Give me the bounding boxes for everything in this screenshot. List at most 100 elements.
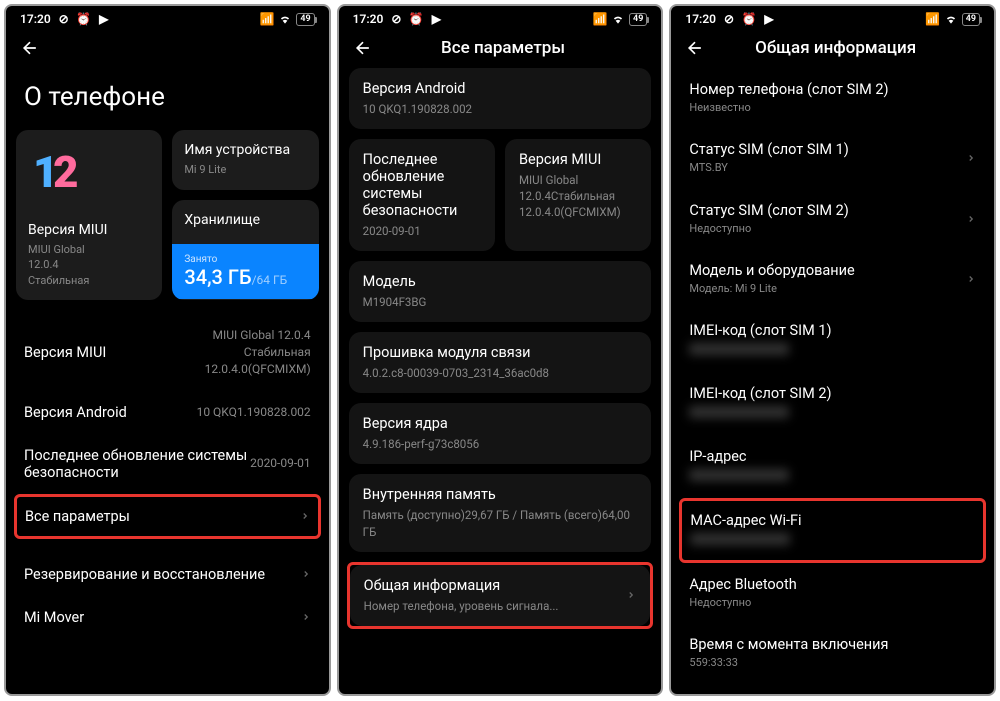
storage-card[interactable]: Хранилище Занято 34,3 ГБ/64 ГБ bbox=[172, 200, 318, 300]
info-label: Общая информация bbox=[364, 577, 619, 594]
list-item[interactable]: Статус SIM (слот SIM 2)Недоступно bbox=[681, 189, 984, 249]
info-label: Последнее обновление системы безопасност… bbox=[363, 151, 481, 219]
battery-icon: 49 bbox=[296, 13, 314, 26]
info-card[interactable]: Версия ядра 4.9.186-perf-g73c8056 bbox=[349, 403, 652, 464]
chevron-right-icon bbox=[966, 274, 976, 284]
youtube-icon: ▶ bbox=[762, 12, 776, 26]
info-value: 4.0.2.c8-00039-0703_2314_36ac0d8 bbox=[363, 365, 638, 381]
list-item[interactable]: Версия MIUIMIUI Global 12.0.4Стабильная1… bbox=[16, 314, 319, 390]
dnd-icon: ⊘ bbox=[722, 12, 736, 26]
status-bar: 17:20 ⊘ ⏰ ▶ 📶 49 bbox=[339, 6, 662, 28]
header: Все параметры bbox=[339, 28, 662, 68]
back-button[interactable] bbox=[20, 38, 40, 58]
dnd-icon: ⊘ bbox=[389, 12, 403, 26]
list-item: Адрес BluetoothНедоступно bbox=[681, 563, 984, 623]
list-item[interactable]: Резервирование и восстановление bbox=[16, 553, 319, 596]
youtube-icon: ▶ bbox=[429, 12, 443, 26]
miui-logo-icon: 12 bbox=[28, 142, 88, 202]
list-item[interactable]: Последнее обновление системы безопасност… bbox=[16, 434, 319, 494]
list-label: Адрес Bluetooth bbox=[689, 576, 976, 593]
header: Общая информация bbox=[671, 28, 994, 68]
info-value: Номер телефона, уровень сигнала... bbox=[364, 598, 619, 614]
signal-icon: 📶 bbox=[926, 12, 940, 26]
storage-total: /64 ГБ bbox=[252, 273, 288, 287]
list-label: Версия MIUI bbox=[24, 344, 205, 361]
info-card[interactable]: Внутренняя память Память (доступно)29,67 … bbox=[349, 474, 652, 551]
back-button[interactable] bbox=[353, 38, 373, 58]
storage-used-label: Занято bbox=[184, 254, 306, 265]
chevron-right-icon bbox=[966, 153, 976, 163]
device-card-label: Имя устройства bbox=[184, 142, 306, 158]
phone-screen-3: 17:20 ⊘ ⏰ ▶ 📶 49 Общая информация Номер … bbox=[669, 4, 996, 696]
miui-card-line1: MIUI Global bbox=[28, 242, 150, 257]
info-label: Прошивка модуля связи bbox=[363, 344, 638, 361]
list-item[interactable]: Mi Mover bbox=[16, 596, 319, 639]
list-sub: MTS.BY bbox=[689, 161, 958, 175]
list-label: Версия Android bbox=[24, 404, 197, 421]
info-value: 10 QKQ1.190828.002 bbox=[363, 101, 638, 117]
header-title: Все параметры bbox=[389, 38, 618, 58]
list-item: IMEI-код (слот SIM 1) bbox=[681, 309, 984, 372]
redacted-value bbox=[689, 469, 789, 481]
info-label: Модель bbox=[363, 273, 638, 290]
storage-label: Хранилище bbox=[184, 212, 306, 228]
list-item[interactable]: Все параметры bbox=[17, 497, 318, 536]
miui-version-card[interactable]: 12 Версия MIUI MIUI Global 12.0.4 Стабил… bbox=[16, 130, 162, 300]
list-item: MAC-адрес Wi-Fi bbox=[682, 501, 983, 560]
list-label: Все параметры bbox=[25, 508, 292, 525]
header bbox=[6, 28, 329, 68]
redacted-value bbox=[690, 533, 790, 545]
list-item[interactable]: Версия Android10 QKQ1.190828.002 bbox=[16, 391, 319, 434]
chevron-right-icon bbox=[300, 511, 310, 521]
list-label: Время с момента включения bbox=[689, 636, 976, 653]
list-label: Модель и оборудование bbox=[689, 262, 958, 279]
list-item[interactable]: Статус SIM (слот SIM 1)MTS.BY bbox=[681, 128, 984, 188]
wifi-icon bbox=[278, 12, 292, 26]
info-value: Память (доступно)29,67 ГБ / Память (всег… bbox=[363, 507, 638, 539]
status-time: 17:20 bbox=[685, 12, 716, 26]
list-label: Резервирование и восстановление bbox=[24, 566, 293, 583]
info-card[interactable]: Общая информация Номер телефона, уровень … bbox=[350, 565, 651, 626]
info-card[interactable]: Прошивка модуля связи 4.0.2.c8-00039-0703… bbox=[349, 332, 652, 393]
list-item[interactable]: Модель и оборудование Модель: Mi 9 Lite bbox=[681, 249, 984, 309]
device-card-value: Mi 9 Lite bbox=[184, 162, 306, 177]
list-item: Номер телефона (слот SIM 2)Неизвестно bbox=[681, 68, 984, 128]
back-button[interactable] bbox=[685, 38, 705, 58]
info-card[interactable]: МодельM1904F3BG bbox=[349, 261, 652, 322]
signal-icon: 📶 bbox=[260, 12, 274, 26]
wifi-icon bbox=[944, 12, 958, 26]
list-label: Статус SIM (слот SIM 2) bbox=[689, 202, 958, 219]
list-label: IMEI-код (слот SIM 1) bbox=[689, 322, 976, 339]
page-title: О телефоне bbox=[16, 68, 319, 130]
list-sub: Модель: Mi 9 Lite bbox=[689, 282, 958, 296]
info-card[interactable]: Версия MIUIMIUI Global 12.0.4Стабильная … bbox=[505, 139, 651, 251]
alarm-icon: ⏰ bbox=[77, 12, 91, 26]
info-value: 4.9.186-perf-g73c8056 bbox=[363, 436, 638, 452]
status-bar: 17:20 ⊘ ⏰ ▶ 📶 49 bbox=[6, 6, 329, 28]
storage-used: 34,3 ГБ bbox=[184, 265, 251, 289]
list-sub: 559:33:33 bbox=[689, 656, 976, 670]
phone-screen-2: 17:20 ⊘ ⏰ ▶ 📶 49 Все параметры Версия An… bbox=[337, 4, 664, 696]
chevron-right-icon bbox=[966, 214, 976, 224]
info-value: 2020-09-01 bbox=[363, 223, 481, 239]
list-label: MAC-адрес Wi-Fi bbox=[690, 512, 975, 529]
redacted-value bbox=[689, 343, 789, 355]
info-label: Версия ядра bbox=[363, 415, 638, 432]
info-card[interactable]: Последнее обновление системы безопасност… bbox=[349, 139, 495, 251]
list-label: Последнее обновление системы безопасност… bbox=[24, 447, 250, 481]
chevron-right-icon bbox=[301, 569, 311, 579]
info-label: Версия Android bbox=[363, 80, 638, 97]
miui-card-label: Версия MIUI bbox=[28, 222, 150, 238]
list-value: 2020-09-01 bbox=[250, 455, 311, 472]
list-item: IMEI-код (слот SIM 2) bbox=[681, 372, 984, 435]
redacted-value bbox=[689, 406, 789, 418]
list-label: IP-адрес bbox=[689, 448, 976, 465]
status-bar: 17:20 ⊘ ⏰ ▶ 📶 49 bbox=[671, 6, 994, 28]
info-card[interactable]: Версия Android 10 QKQ1.190828.002 bbox=[349, 68, 652, 129]
device-name-card[interactable]: Имя устройства Mi 9 Lite bbox=[172, 130, 318, 190]
list-label: Mi Mover bbox=[24, 609, 293, 626]
chevron-right-icon bbox=[301, 612, 311, 622]
dnd-icon: ⊘ bbox=[57, 12, 71, 26]
info-label: Внутренняя память bbox=[363, 486, 638, 503]
list-value: MIUI Global 12.0.4Стабильная12.0.4.0(QFC… bbox=[205, 327, 311, 377]
